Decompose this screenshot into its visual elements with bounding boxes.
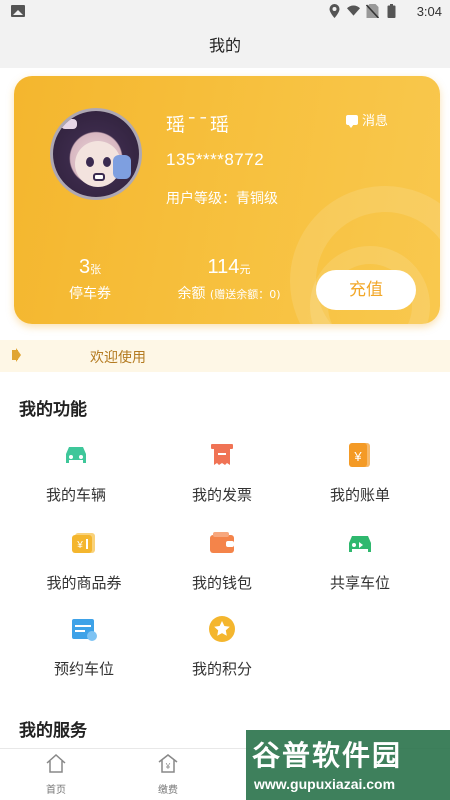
home-icon	[46, 753, 66, 773]
user-card: 瑶¯¯瑶 135****8772 用户等级：青铜级 消息 3张 停车券 114元…	[14, 76, 440, 324]
shared-parking[interactable]: 共享车位	[290, 528, 430, 593]
coupon-count: 3	[78, 256, 91, 278]
wifi-icon	[347, 5, 360, 16]
services-title: 我的服务	[19, 721, 87, 741]
balance-amount: 114	[207, 256, 240, 278]
my-bills[interactable]: ¥ 我的账单	[290, 440, 430, 505]
voucher-icon: ¥	[72, 533, 95, 553]
phone-number: 135****8772	[166, 150, 265, 169]
avatar[interactable]	[50, 108, 142, 200]
wallet-icon	[210, 532, 234, 553]
coupon-unit: 张	[90, 263, 102, 276]
speaker-icon	[12, 348, 21, 362]
message-icon	[345, 114, 358, 128]
avatar-detail	[113, 155, 131, 179]
balance-stat[interactable]: 114元 余额 (赠送余额：0)	[164, 256, 294, 303]
shared-parking-icon	[349, 536, 371, 552]
car-icon	[66, 447, 86, 463]
tab-home[interactable]: 首页	[26, 753, 86, 796]
calendar-icon	[72, 619, 97, 641]
gift-balance: (赠送余额：0)	[209, 288, 281, 301]
status-time: 3:04	[416, 4, 442, 19]
bill-icon: ¥	[349, 443, 370, 467]
coupon-label: 停车券	[69, 286, 111, 302]
svg-text:¥: ¥	[165, 762, 171, 771]
user-level: 用户等级：青铜级	[166, 191, 278, 207]
notice-text: 欢迎使用	[90, 350, 146, 366]
item-label: 预约车位	[53, 660, 114, 678]
my-invoices[interactable]: 我的发票	[152, 440, 292, 505]
notice-bar: 欢迎使用	[0, 340, 450, 372]
balance-unit: 元	[239, 263, 251, 276]
recharge-button[interactable]: 充值	[316, 270, 416, 310]
status-bar: 3:04	[0, 0, 450, 24]
pay-icon: ¥	[158, 754, 178, 773]
item-label: 我的钱包	[191, 574, 252, 592]
functions-title: 我的功能	[19, 400, 87, 420]
my-points[interactable]: 我的积分	[152, 614, 292, 679]
svg-text:¥: ¥	[353, 449, 362, 464]
my-vouchers[interactable]: ¥ 我的商品券	[14, 528, 154, 593]
tab-pay[interactable]: ¥ 缴费	[138, 753, 198, 796]
avatar-detail	[103, 157, 111, 167]
balance-label: 余额	[177, 286, 206, 302]
invoice-icon	[211, 444, 233, 465]
tab-label: 首页	[46, 785, 66, 796]
watermark-title: 谷普软件园	[252, 739, 403, 772]
location-icon	[329, 4, 340, 18]
item-label: 我的车辆	[45, 486, 106, 504]
avatar-detail	[93, 173, 105, 181]
status-icons	[328, 4, 398, 18]
item-label: 我的账单	[329, 486, 390, 504]
no-sim-icon	[366, 4, 379, 18]
message-button[interactable]: 消息	[345, 110, 388, 129]
username: 瑶¯¯瑶	[166, 114, 232, 136]
page-title: 我的	[0, 24, 450, 68]
message-label: 消息	[361, 114, 388, 129]
watermark: 谷普软件园 www.gupuxiazai.com	[246, 730, 450, 800]
avatar-detail	[61, 119, 77, 129]
avatar-detail	[86, 157, 94, 167]
my-vehicles[interactable]: 我的车辆	[6, 440, 146, 505]
item-label: 我的积分	[191, 660, 252, 678]
watermark-url: www.gupuxiazai.com	[254, 776, 396, 792]
reserve-parking[interactable]: 预约车位	[14, 614, 154, 679]
my-wallet[interactable]: 我的钱包	[152, 528, 292, 593]
item-label: 我的商品券	[46, 574, 122, 592]
battery-icon	[387, 4, 396, 18]
star-icon	[209, 616, 235, 642]
item-label: 共享车位	[329, 574, 390, 592]
item-label: 我的发票	[191, 486, 252, 504]
tab-label: 缴费	[158, 785, 178, 796]
parking-coupon-stat[interactable]: 3张 停车券	[50, 256, 130, 303]
gallery-icon	[11, 5, 25, 17]
svg-text:¥: ¥	[76, 540, 83, 551]
